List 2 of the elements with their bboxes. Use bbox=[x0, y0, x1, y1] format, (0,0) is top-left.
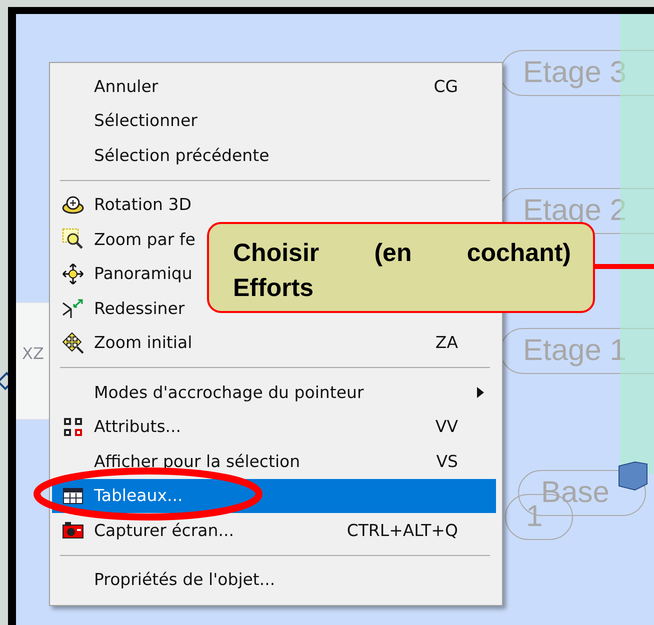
axis-label: XZ bbox=[22, 344, 44, 363]
callout-tooltip: Choisir (en cochant) Efforts bbox=[207, 222, 595, 313]
